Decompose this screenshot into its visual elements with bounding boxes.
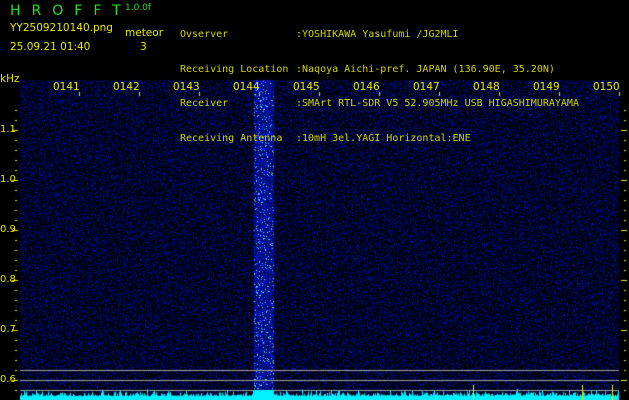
- info-key: Ovserver: [180, 29, 229, 40]
- info-value: :10mH 3el.YAGI Horizontal:ENE: [296, 132, 471, 144]
- x-tick-label: 0144: [233, 81, 260, 93]
- y-tick-label: 0.7: [0, 324, 16, 335]
- meteor-count: 3: [140, 41, 147, 53]
- info-key: Receiving Location: [180, 63, 289, 75]
- info-row-observer: Ovserver :YOSHIKAWA Yasufumi /JG2MLI: [180, 29, 579, 41]
- y-tick-label: 0.6: [0, 374, 16, 385]
- datetime: 25.09.21 01:40: [10, 41, 91, 53]
- version: 1.0.0f: [125, 3, 152, 13]
- info-value: :YOSHIKAWA Yasufumi /JG2MLI: [296, 29, 459, 40]
- x-tick-label: 0142: [113, 81, 140, 93]
- x-tick-label: 0146: [353, 81, 380, 93]
- app-title: HROFFT: [10, 3, 132, 19]
- info-value: :Naqoya Aichi-pref. JAPAN (136.90E, 35.2…: [296, 63, 555, 75]
- info-row-receiver: Receiver :SMArt RTL-SDR V5 52.905MHz USB …: [180, 98, 579, 110]
- spectrogram-screen: HROFFT 1.0.0f YY2509210140.png meteor 25…: [0, 0, 629, 400]
- x-tick-label: 0150: [593, 81, 620, 93]
- x-tick-label: 0143: [173, 81, 200, 93]
- x-tick-label: 0147: [413, 81, 440, 93]
- y-tick-label: 0.9: [0, 224, 16, 235]
- meteor-label: meteor: [125, 27, 164, 39]
- info-row-antenna: Receiving Antenna :10mH 3el.YAGI Horizont…: [180, 133, 579, 145]
- filename: YY2509210140.png: [10, 22, 113, 34]
- y-axis-label: kHz: [0, 73, 20, 85]
- x-tick-label: 0141: [53, 81, 80, 93]
- info-key: Receiver: [180, 98, 229, 109]
- x-tick-label: 0145: [293, 81, 320, 93]
- y-tick-label: 1.1: [0, 124, 16, 135]
- info-key: Receiving Antenna: [180, 132, 283, 144]
- y-tick-label: 1.0: [0, 174, 16, 185]
- info-value: :SMArt RTL-SDR V5 52.905MHz USB HIGASHIM…: [296, 98, 579, 109]
- x-tick-label: 0148: [473, 81, 500, 93]
- x-tick-label: 0149: [533, 81, 560, 93]
- y-tick-label: 0.8: [0, 274, 16, 285]
- info-row-location: Receiving Location :Naqoya Aichi-pref. JA…: [180, 64, 579, 76]
